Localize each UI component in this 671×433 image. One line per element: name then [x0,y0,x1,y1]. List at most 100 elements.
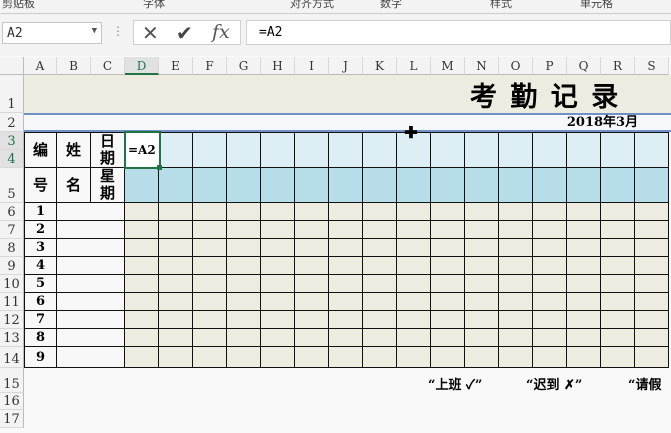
row-header-2[interactable]: 2 [0,113,24,132]
weekday-cell[interactable] [567,168,601,203]
attendance-cell[interactable] [635,257,669,275]
attendance-cell[interactable] [261,293,295,311]
weekday-cell[interactable] [465,168,499,203]
attendance-cell[interactable] [159,293,193,311]
date-cell[interactable] [329,132,363,168]
attendance-cell[interactable] [431,257,465,275]
attendance-cell[interactable] [159,239,193,257]
name-cell[interactable] [57,311,125,329]
attendance-cell[interactable] [465,347,499,368]
attendance-cell[interactable] [227,221,261,239]
column-header-i[interactable]: I [295,57,329,75]
attendance-cell[interactable] [193,275,227,293]
attendance-cell[interactable] [193,347,227,368]
attendance-cell[interactable] [227,239,261,257]
attendance-cell[interactable] [159,221,193,239]
attendance-cell[interactable] [431,329,465,347]
attendance-cell[interactable] [363,347,397,368]
attendance-cell[interactable] [635,293,669,311]
column-header-n[interactable]: N [465,57,499,75]
attendance-cell[interactable] [159,257,193,275]
attendance-cell[interactable] [601,293,635,311]
attendance-cell[interactable] [125,203,159,221]
weekday-cell[interactable] [125,168,159,203]
attendance-cell[interactable] [125,257,159,275]
attendance-cell[interactable] [397,203,431,221]
attendance-cell[interactable] [567,239,601,257]
attendance-cell[interactable] [329,293,363,311]
column-header-s[interactable]: S [635,57,669,75]
header-name-bottom[interactable]: 名 [57,168,91,203]
attendance-cell[interactable] [533,239,567,257]
name-cell[interactable] [57,329,125,347]
attendance-cell[interactable] [499,293,533,311]
attendance-cell[interactable] [465,329,499,347]
attendance-cell[interactable] [329,329,363,347]
name-cell[interactable] [57,203,125,221]
attendance-cell[interactable] [499,203,533,221]
attendance-cell[interactable] [363,311,397,329]
date-cell[interactable] [295,132,329,168]
weekday-cell[interactable] [295,168,329,203]
attendance-cell[interactable] [465,311,499,329]
weekday-cell[interactable] [601,168,635,203]
attendance-cell[interactable] [227,347,261,368]
column-header-e[interactable]: E [159,57,193,75]
attendance-cell[interactable] [601,239,635,257]
column-header-r[interactable]: R [601,57,635,75]
row-header-5[interactable]: 5 [0,168,24,203]
attendance-cell[interactable] [601,311,635,329]
attendance-cell[interactable] [397,293,431,311]
attendance-cell[interactable] [499,257,533,275]
attendance-cell[interactable] [125,275,159,293]
attendance-cell[interactable] [567,275,601,293]
attendance-cell[interactable] [601,329,635,347]
attendance-cell[interactable] [465,203,499,221]
column-header-b[interactable]: B [57,57,91,75]
attendance-cell[interactable] [431,293,465,311]
date-cell[interactable] [601,132,635,168]
header-no-bottom[interactable]: 号 [24,168,57,203]
attendance-cell[interactable] [227,203,261,221]
attendance-cell[interactable] [431,275,465,293]
date-cell[interactable] [159,132,193,168]
row-number[interactable]: 6 [24,293,57,311]
attendance-cell[interactable] [261,257,295,275]
attendance-cell[interactable] [397,221,431,239]
row-header-16[interactable]: 16 [0,393,24,410]
weekday-cell[interactable] [261,168,295,203]
name-cell[interactable] [57,239,125,257]
more-icon[interactable]: ⋮ [112,24,124,38]
attendance-cell[interactable] [499,239,533,257]
attendance-cell[interactable] [295,257,329,275]
attendance-cell[interactable] [533,293,567,311]
attendance-cell[interactable] [567,257,601,275]
attendance-cell[interactable] [261,221,295,239]
attendance-cell[interactable] [363,203,397,221]
attendance-cell[interactable] [533,203,567,221]
column-header-h[interactable]: H [261,57,295,75]
attendance-cell[interactable] [431,239,465,257]
date-cell[interactable] [261,132,295,168]
weekday-cell[interactable] [397,168,431,203]
attendance-cell[interactable] [635,221,669,239]
attendance-cell[interactable] [159,203,193,221]
attendance-cell[interactable] [329,239,363,257]
attendance-cell[interactable] [533,311,567,329]
attendance-cell[interactable] [431,203,465,221]
column-header-p[interactable]: P [533,57,567,75]
row-number[interactable]: 9 [24,347,57,368]
attendance-cell[interactable] [125,347,159,368]
attendance-cell[interactable] [261,239,295,257]
weekday-cell[interactable] [431,168,465,203]
row-number[interactable]: 8 [24,329,57,347]
name-cell[interactable] [57,221,125,239]
header-date[interactable]: 日期 [91,132,125,168]
attendance-cell[interactable] [329,221,363,239]
attendance-cell[interactable] [125,311,159,329]
attendance-cell[interactable] [499,347,533,368]
active-cell-editor[interactable]: =A2 [124,131,161,169]
column-header-c[interactable]: C [91,57,125,75]
attendance-cell[interactable] [363,329,397,347]
fill-handle[interactable] [157,165,162,170]
